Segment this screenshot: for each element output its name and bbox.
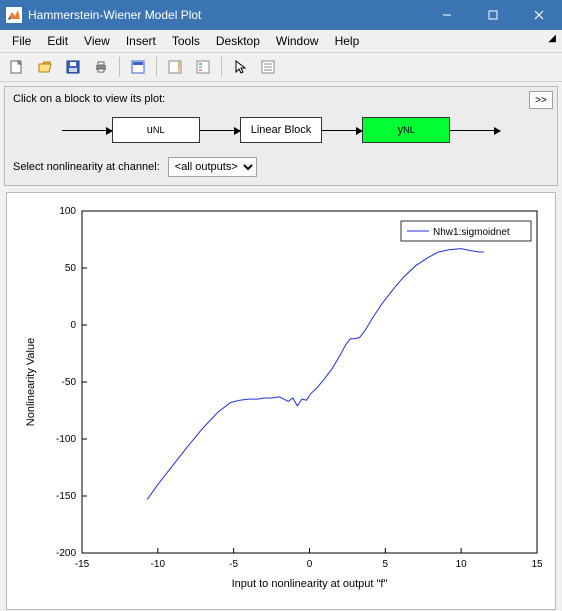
toolbar xyxy=(0,53,562,82)
svg-text:15: 15 xyxy=(531,559,543,570)
svg-text:5: 5 xyxy=(383,559,389,570)
model-structure-panel: >> Click on a block to view its plot: uN… xyxy=(4,86,558,186)
window-minimize-button[interactable] xyxy=(424,0,470,30)
menu-desktop[interactable]: Desktop xyxy=(208,32,268,50)
svg-text:0: 0 xyxy=(70,320,76,331)
menu-file[interactable]: File xyxy=(4,32,39,50)
insert-colorbar-button[interactable] xyxy=(162,54,188,80)
menubar: File Edit View Insert Tools Desktop Wind… xyxy=(0,30,562,53)
svg-text:-15: -15 xyxy=(75,559,90,570)
svg-text:Nhw1:sigmoidnet: Nhw1:sigmoidnet xyxy=(433,227,510,238)
plot-axes[interactable]: -15-10-5051015-200-150-100-50050100Input… xyxy=(6,192,556,610)
window-titlebar: Hammerstein-Wiener Model Plot xyxy=(0,0,562,30)
linear-block[interactable]: Linear Block xyxy=(240,117,323,143)
menu-edit[interactable]: Edit xyxy=(39,32,76,50)
block-diagram: uNL Linear Block yNL xyxy=(13,111,549,149)
svg-text:-100: -100 xyxy=(56,434,76,445)
save-button[interactable] xyxy=(60,54,86,80)
menu-insert[interactable]: Insert xyxy=(118,32,164,50)
svg-text:-10: -10 xyxy=(151,559,166,570)
matlab-icon xyxy=(6,7,22,23)
arrow-out-icon xyxy=(450,130,500,131)
svg-text:50: 50 xyxy=(65,263,77,274)
arrow-1-icon xyxy=(200,130,240,131)
channel-selector-label: Select nonlinearity at channel: xyxy=(13,161,160,173)
new-figure-button[interactable] xyxy=(4,54,30,80)
menu-view[interactable]: View xyxy=(76,32,118,50)
menu-window[interactable]: Window xyxy=(268,32,327,50)
panel-overflow-button[interactable]: >> xyxy=(529,91,553,109)
svg-text:-200: -200 xyxy=(56,548,76,559)
svg-text:Nonlinearity Value: Nonlinearity Value xyxy=(25,338,37,426)
output-nonlinearity-block[interactable]: yNL xyxy=(362,117,450,143)
plot-svg: -15-10-5051015-200-150-100-50050100Input… xyxy=(7,193,555,609)
window-title: Hammerstein-Wiener Model Plot xyxy=(28,8,201,22)
open-button[interactable] xyxy=(32,54,58,80)
arrow-in-icon xyxy=(62,130,112,131)
window-close-button[interactable] xyxy=(516,0,562,30)
pointer-button[interactable] xyxy=(227,54,253,80)
menu-help[interactable]: Help xyxy=(327,32,368,50)
window-maximize-button[interactable] xyxy=(470,0,516,30)
arrow-2-icon xyxy=(322,130,362,131)
svg-text:-5: -5 xyxy=(229,559,238,570)
diagram-hint: Click on a block to view its plot: xyxy=(13,93,549,105)
toolbar-more-icon[interactable]: ◢ xyxy=(548,33,556,44)
print-button[interactable] xyxy=(88,54,114,80)
property-inspector-button[interactable] xyxy=(255,54,281,80)
input-nonlinearity-block[interactable]: uNL xyxy=(112,117,200,143)
svg-text:Input to nonlinearity at outpu: Input to nonlinearity at output "f" xyxy=(232,578,388,590)
svg-text:100: 100 xyxy=(59,206,76,217)
svg-text:0: 0 xyxy=(307,559,313,570)
channel-selector[interactable]: <all outputs> xyxy=(168,157,257,177)
insert-legend-button[interactable] xyxy=(190,54,216,80)
svg-text:-150: -150 xyxy=(56,491,76,502)
svg-text:-50: -50 xyxy=(62,377,77,388)
svg-text:10: 10 xyxy=(456,559,468,570)
link-plot-button[interactable] xyxy=(125,54,151,80)
menu-tools[interactable]: Tools xyxy=(164,32,208,50)
